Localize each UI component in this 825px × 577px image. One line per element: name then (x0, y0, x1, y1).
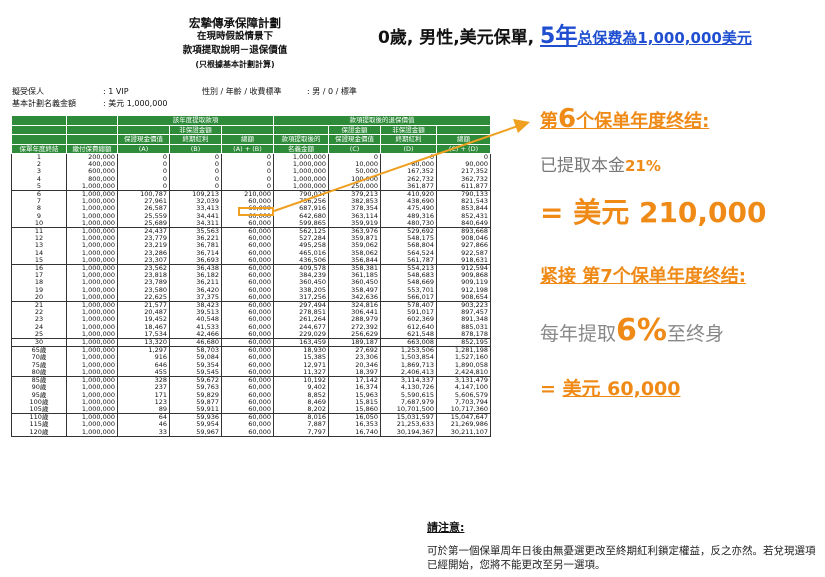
callout-arrow-icon (273, 119, 530, 212)
callout-heading-year6: 第6个保单年度终结: (540, 104, 710, 134)
note-body: 可於第一個保單周年日後由無憂選更改至終期紅利鎖定權益，反之亦然。若兌現選項已經開… (427, 545, 816, 571)
callout-heading-year7: 紧接 第7个保单年度终结: (540, 266, 746, 287)
note-title: 請注意: (427, 521, 465, 534)
callout-amount-60000: = 美元 60,000 (540, 378, 681, 400)
callout-annual-withdrawal: 每年提取6%至终身 (540, 313, 724, 348)
callout-amount-210000: = 美元 210,000 (540, 196, 767, 229)
callout-withdrawn-principal: 已提取本金21% (540, 156, 661, 176)
